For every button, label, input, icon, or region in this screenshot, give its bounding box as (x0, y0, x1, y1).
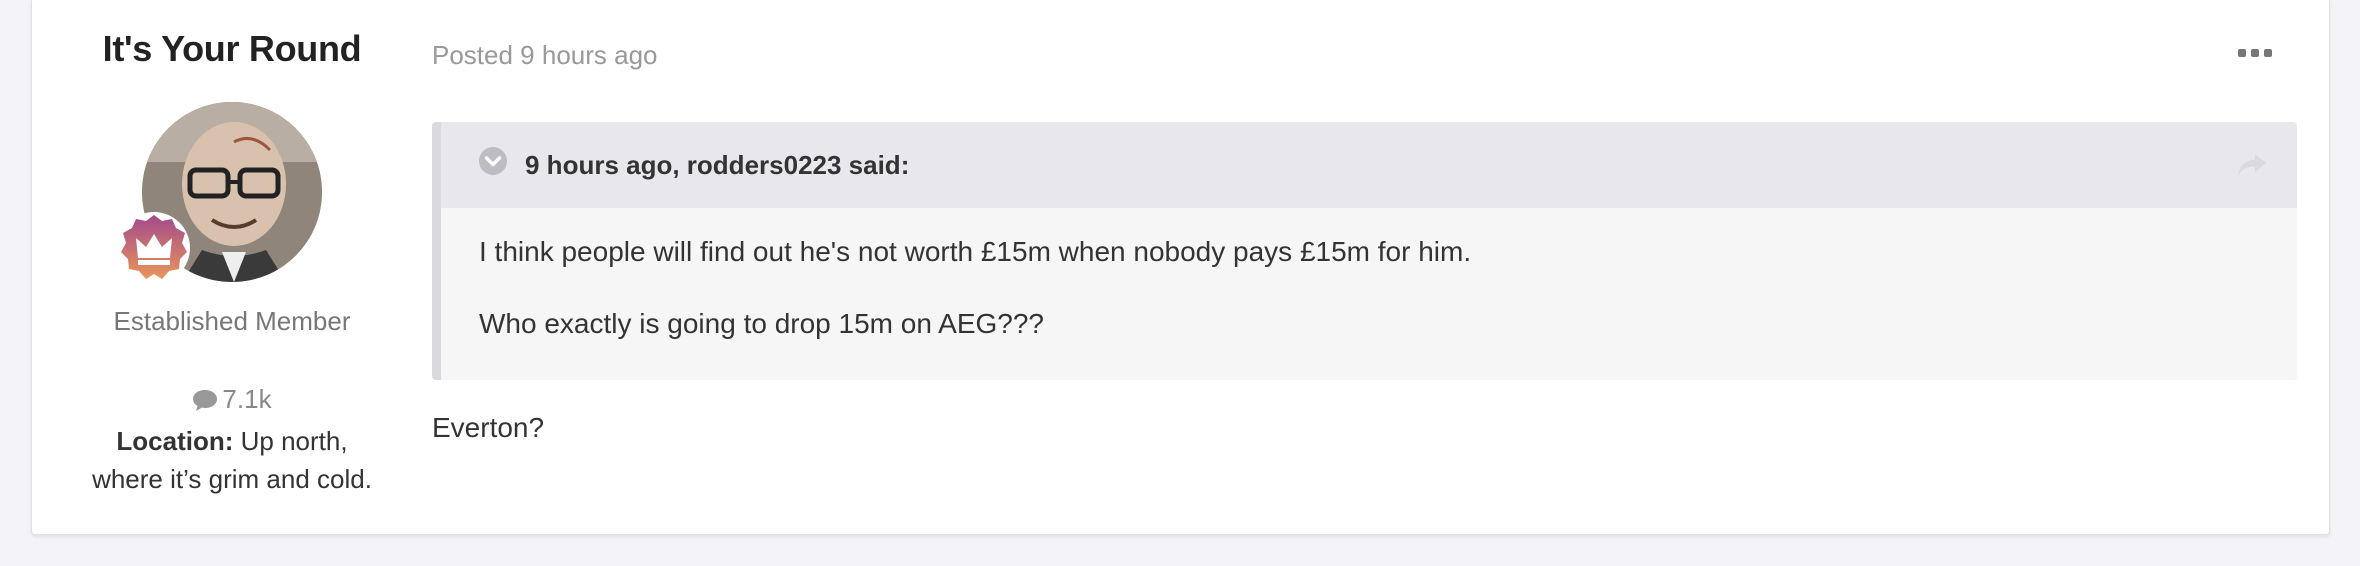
more-options-button[interactable] (2238, 46, 2272, 60)
post-timestamp[interactable]: Posted 9 hours ago (432, 40, 658, 71)
ellipsis-icon (2238, 49, 2272, 57)
quote-paragraph: Who exactly is going to drop 15m on AEG?… (479, 308, 1044, 339)
post-count: 7.1k (32, 384, 432, 415)
crown-icon (118, 212, 190, 284)
author-name[interactable]: It's Your Round (32, 28, 432, 70)
quote-collapse-toggle[interactable] (478, 146, 508, 176)
quote-source-link[interactable] (2237, 152, 2267, 178)
quote-block: 9 hours ago, rodders0223 said: I think p… (432, 122, 2297, 380)
location-label: Location: (116, 426, 234, 456)
quote-header: 9 hours ago, rodders0223 said: (441, 122, 2297, 208)
author-location: Location: Up north, where it’s grim and … (82, 422, 382, 498)
quote-citation[interactable]: 9 hours ago, rodders0223 said: (525, 150, 909, 181)
post-body: Everton? (432, 412, 545, 443)
rank-badge[interactable] (116, 210, 192, 286)
comment-icon (193, 390, 218, 411)
post-count-value: 7.1k (222, 384, 272, 414)
chevron-down-icon (479, 147, 507, 175)
share-arrow-icon (2238, 154, 2266, 176)
member-rank-title: Established Member (113, 306, 351, 336)
quote-paragraph: I think people will find out he's not wo… (479, 236, 1472, 267)
post-card: It's Your Round Established Member 7.1k … (31, 0, 2330, 535)
avatar-container[interactable] (118, 102, 326, 286)
